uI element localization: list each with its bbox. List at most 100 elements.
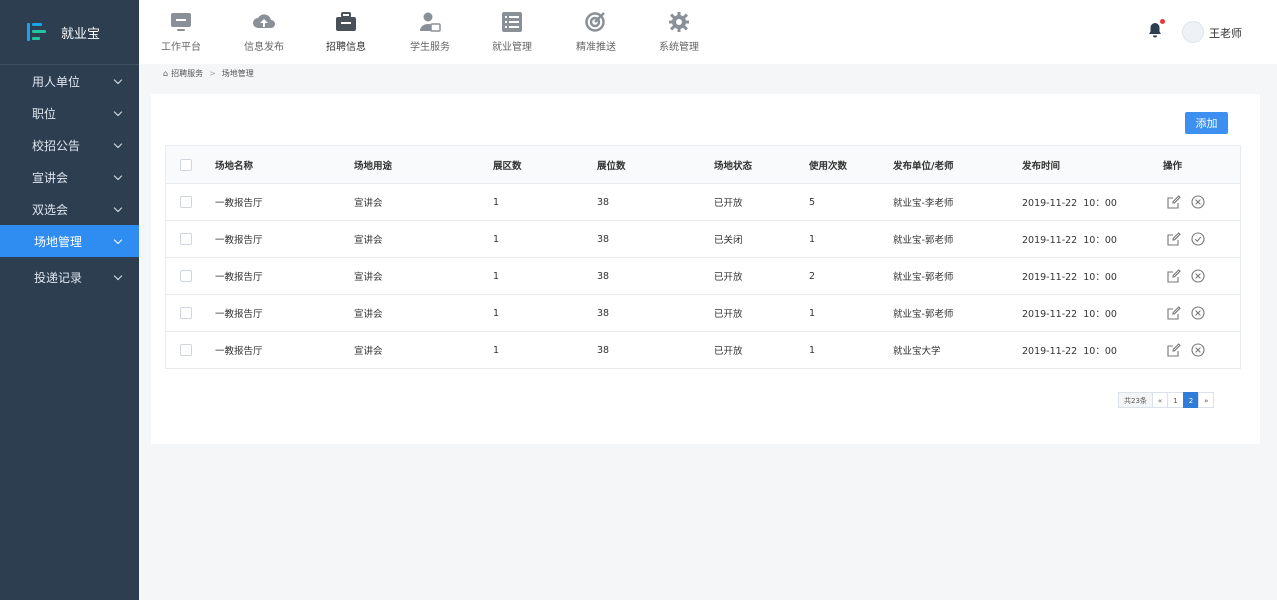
cloud-upload-icon	[253, 14, 275, 28]
sidebar-item-label: 宣讲会	[32, 170, 69, 185]
sidebar-item-label: 职位	[32, 106, 57, 121]
briefcase-icon	[336, 12, 356, 31]
cell-booths: 38	[597, 270, 610, 282]
edit-icon[interactable]	[1167, 195, 1181, 209]
column-header: 使用次数	[809, 160, 848, 172]
app-name: 就业宝	[61, 26, 101, 42]
cell-time: 2019-11-22 10：00	[1022, 235, 1117, 246]
sidebar-item-positions[interactable]: 职位	[0, 97, 139, 129]
row-checkbox[interactable]	[180, 307, 192, 319]
username[interactable]: 王老师	[1209, 25, 1242, 41]
nav-item-system[interactable]: 系统管理	[644, 12, 714, 53]
sidebar-item-applications[interactable]: 投递记录	[0, 261, 139, 293]
cell-uses: 2	[809, 270, 816, 282]
pagination-next[interactable]: »	[1198, 392, 1215, 408]
cell-uses: 1	[809, 307, 816, 319]
notification-button[interactable]	[1148, 19, 1165, 42]
cell-name: 一教报告厅	[215, 309, 263, 320]
cell-usage: 宣讲会	[354, 235, 383, 246]
nav-label: 就业管理	[492, 42, 532, 53]
row-checkbox[interactable]	[180, 270, 192, 282]
nav-label: 系统管理	[659, 42, 699, 53]
logo-icon	[27, 23, 47, 41]
nav-label: 学生服务	[410, 42, 450, 53]
close-circle-icon[interactable]	[1191, 306, 1205, 320]
table-row: 一教报告厅 宣讲会 1 38 已开放 2 就业宝-郭老师 2019-11-22 …	[166, 257, 1240, 294]
column-header: 发布单位/老师	[893, 160, 954, 172]
nav-item-push[interactable]: 精准推送	[561, 12, 631, 53]
cell-time: 2019-11-22 10：00	[1022, 198, 1117, 209]
check-circle-icon[interactable]	[1191, 232, 1205, 246]
cell-publisher: 就业宝-李老师	[893, 198, 954, 209]
main-panel: 添加 场地名称 场地用途 展区数 展位数 场地状态 使用次数 发布单位/老师 发…	[151, 94, 1260, 444]
table-row: 一教报告厅 宣讲会 1 38 已开放 5 就业宝-李老师 2019-11-22 …	[166, 183, 1240, 220]
chevron-down-icon	[113, 107, 123, 116]
nav-item-employment[interactable]: 就业管理	[477, 12, 547, 53]
column-header: 发布时间	[1022, 160, 1061, 172]
edit-icon[interactable]	[1167, 306, 1181, 320]
cell-status: 已开放	[714, 309, 743, 320]
notification-badge	[1160, 19, 1165, 24]
pagination-prev[interactable]: «	[1151, 392, 1169, 408]
user-card-icon	[420, 12, 441, 32]
close-circle-icon[interactable]	[1191, 343, 1205, 357]
nav-label: 信息发布	[244, 42, 284, 53]
row-actions	[1167, 306, 1205, 320]
row-checkbox[interactable]	[180, 196, 192, 208]
sidebar-item-job-fairs[interactable]: 双选会	[0, 193, 139, 225]
chevron-down-icon	[113, 235, 123, 244]
nav-item-recruitment[interactable]: 招聘信息	[311, 12, 381, 53]
edit-icon[interactable]	[1167, 269, 1181, 283]
sidebar-item-label: 投递记录	[34, 270, 83, 285]
pagination-total: 共23条	[1118, 392, 1153, 408]
breadcrumb-parent[interactable]: 招聘服务	[171, 68, 203, 79]
logo[interactable]: 就业宝	[0, 0, 139, 65]
cell-usage: 宣讲会	[354, 198, 383, 209]
list-icon	[502, 12, 522, 32]
breadcrumb-separator: >	[209, 69, 216, 78]
cell-name: 一教报告厅	[215, 198, 263, 209]
close-circle-icon[interactable]	[1191, 269, 1205, 283]
nav-item-workbench[interactable]: 工作平台	[146, 12, 216, 53]
cell-time: 2019-11-22 10：00	[1022, 346, 1117, 357]
cell-time: 2019-11-22 10：00	[1022, 309, 1117, 320]
target-icon	[585, 12, 605, 32]
cell-zones: 1	[493, 233, 500, 245]
cell-usage: 宣讲会	[354, 272, 383, 283]
breadcrumb: ⌂ 招聘服务 > 场地管理	[163, 68, 254, 79]
column-header: 展区数	[493, 160, 522, 172]
column-header: 场地用途	[354, 160, 393, 172]
home-icon[interactable]: ⌂	[163, 69, 168, 78]
cell-name: 一教报告厅	[215, 346, 263, 357]
row-checkbox[interactable]	[180, 233, 192, 245]
nav-item-student-services[interactable]: 学生服务	[395, 12, 465, 53]
close-circle-icon[interactable]	[1191, 195, 1205, 209]
bell-icon	[1149, 23, 1161, 38]
pagination-page[interactable]: 1	[1167, 392, 1184, 408]
row-actions	[1167, 343, 1205, 357]
breadcrumb-current: 场地管理	[221, 69, 254, 78]
cell-usage: 宣讲会	[354, 346, 383, 357]
sidebar-item-announcements[interactable]: 校招公告	[0, 129, 139, 161]
sidebar-item-venues[interactable]: 场地管理	[0, 225, 139, 257]
cell-publisher: 就业宝-郭老师	[893, 309, 954, 320]
pagination-page-current[interactable]: 2	[1182, 392, 1200, 408]
edit-icon[interactable]	[1167, 232, 1181, 246]
cell-booths: 38	[597, 196, 610, 208]
chevron-down-icon	[113, 139, 123, 148]
cell-time: 2019-11-22 10：00	[1022, 272, 1117, 283]
sidebar-item-label: 双选会	[32, 202, 69, 217]
cell-publisher: 就业宝大学	[893, 346, 941, 357]
cell-name: 一教报告厅	[215, 272, 263, 283]
add-button[interactable]: 添加	[1185, 112, 1228, 134]
cell-uses: 5	[809, 196, 816, 208]
sidebar-item-presentations[interactable]: 宣讲会	[0, 161, 139, 193]
avatar[interactable]	[1182, 21, 1204, 43]
nav-item-publish[interactable]: 信息发布	[229, 12, 299, 53]
row-checkbox[interactable]	[180, 344, 192, 356]
edit-icon[interactable]	[1167, 343, 1181, 357]
select-all-checkbox[interactable]	[180, 158, 192, 171]
sidebar-item-employers[interactable]: 用人单位	[0, 65, 139, 97]
cell-usage: 宣讲会	[354, 309, 383, 320]
pagination: 共23条 « 1 2 »	[1118, 392, 1215, 408]
